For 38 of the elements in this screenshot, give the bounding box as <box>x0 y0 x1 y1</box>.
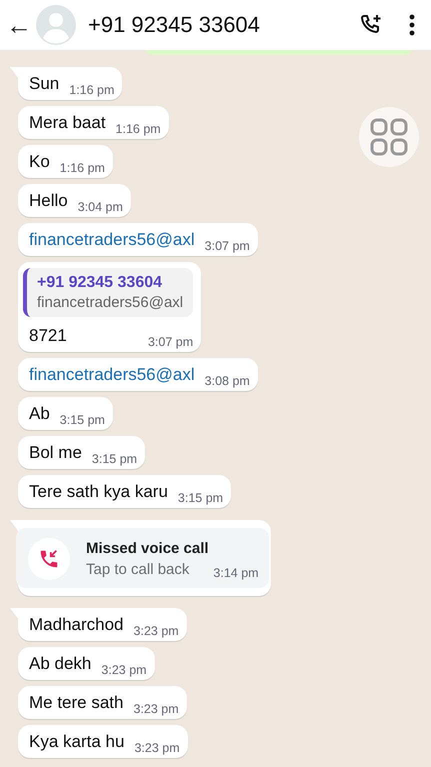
back-button[interactable]: ← <box>6 12 32 38</box>
quote-text: financetraders56@axl <box>37 294 184 311</box>
message-time: 3:15 pm <box>60 413 105 427</box>
contact-name[interactable]: +91 92345 33604 <box>88 12 337 38</box>
message-time: 3:15 pm <box>178 491 224 505</box>
message-time: 3:14 pm <box>213 566 259 580</box>
message-link[interactable]: financetraders56@axl <box>29 364 195 386</box>
message-text: Tere sath kya karu <box>29 481 168 503</box>
message-time: 3:07 pm <box>204 239 250 253</box>
message-time: 3:07 pm <box>148 335 194 349</box>
message-time: 3:23 pm <box>134 741 180 755</box>
message-time: 3:08 pm <box>204 374 250 388</box>
message-text: Ab dekh <box>29 653 92 675</box>
missed-call-card[interactable]: Missed voice call Tap to call back 3:14 pm <box>16 528 269 588</box>
message-text: 8721 <box>29 325 67 347</box>
message-text: Kya karta hu <box>29 731 124 753</box>
message-text: Madharchod <box>29 614 124 636</box>
message-time: 3:15 pm <box>92 452 138 466</box>
call-subtitle: Tap to call back <box>86 561 190 578</box>
message-text: Bol me <box>29 442 82 464</box>
message-text: Me tere sath <box>29 692 124 714</box>
message-time: 1:16 pm <box>60 161 105 175</box>
missed-call-icon <box>28 538 70 580</box>
message-time: 3:04 pm <box>78 200 123 214</box>
message-time: 3:23 pm <box>134 702 179 716</box>
message-time: 1:16 pm <box>116 122 161 136</box>
message-link[interactable]: financetraders56@axl <box>29 229 195 251</box>
quoted-message[interactable]: +91 92345 33604 financetraders56@axl <box>23 268 194 317</box>
message-text: Mera baat <box>29 112 106 134</box>
call-title: Missed voice call <box>86 540 210 557</box>
message-text: Ab <box>29 403 50 425</box>
message-text: Sun <box>29 73 60 95</box>
message-time: 3:23 pm <box>101 663 147 677</box>
quote-sender: +91 92345 33604 <box>37 274 164 292</box>
message-time: 3:23 pm <box>134 624 179 638</box>
message-text: Hello <box>29 190 68 212</box>
message-text: Ko <box>29 151 50 173</box>
message-time: 1:16 pm <box>69 83 114 97</box>
